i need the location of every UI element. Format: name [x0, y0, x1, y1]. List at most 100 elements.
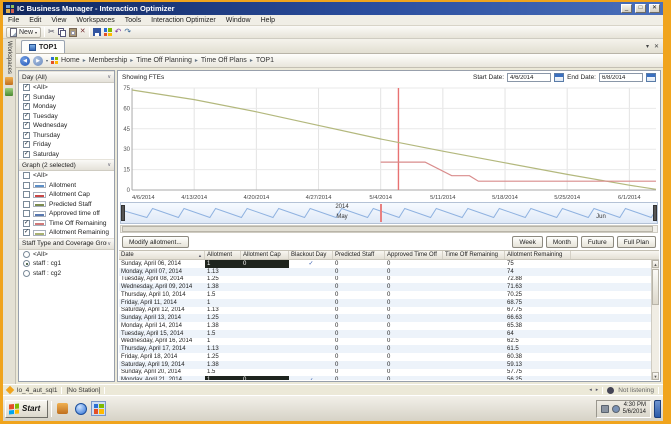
- quick-launch-app-icon[interactable]: [55, 401, 70, 416]
- show-desktop-button[interactable]: [654, 400, 661, 418]
- graph-filter-item[interactable]: ✓Allotment Remaining: [19, 228, 114, 238]
- tray-monitor-icon[interactable]: [601, 405, 609, 413]
- radio-button-icon[interactable]: [23, 251, 30, 258]
- checkbox-icon[interactable]: [23, 172, 30, 179]
- ftes-chart[interactable]: 4/6/20144/13/20144/20/20144/27/20145/4/2…: [118, 84, 660, 202]
- undo-icon[interactable]: ↶: [115, 27, 122, 37]
- checkbox-icon[interactable]: [23, 182, 30, 189]
- table-row[interactable]: Monday, April 21, 201410✓0056.25: [119, 376, 659, 380]
- menu-item-interaction-optimizer[interactable]: Interaction Optimizer: [146, 17, 221, 24]
- day-filter-item[interactable]: ✓Wednesday: [19, 121, 114, 131]
- staff-filter-item[interactable]: staff : cg1: [19, 259, 114, 269]
- day-filter-item[interactable]: ✓Friday: [19, 140, 114, 150]
- save-icon[interactable]: [93, 28, 101, 36]
- modify-allotment-button[interactable]: Modify allotment...: [122, 236, 189, 248]
- timeline-navigator[interactable]: 2014 May Jun: [120, 202, 658, 224]
- checkbox-icon[interactable]: ✓: [23, 132, 30, 139]
- column-header-allotment[interactable]: Allotment: [205, 251, 241, 259]
- staff-filter-item[interactable]: staff : cg2: [19, 269, 114, 279]
- menu-item-edit[interactable]: Edit: [24, 17, 46, 24]
- breadcrumb-item-top1[interactable]: TOP1: [256, 57, 274, 64]
- menu-item-workspaces[interactable]: Workspaces: [71, 17, 119, 24]
- scroll-down-icon[interactable]: ▼: [652, 372, 659, 380]
- vertical-scrollbar[interactable]: ▲ ▼: [651, 260, 659, 380]
- calendar-icon[interactable]: [646, 73, 656, 82]
- checkbox-icon[interactable]: ✓: [23, 141, 30, 148]
- week-button[interactable]: Week: [512, 236, 543, 248]
- pager-next-icon[interactable]: ▸: [596, 387, 599, 393]
- optimizer-grid-icon[interactable]: [104, 28, 112, 36]
- radio-button-icon[interactable]: [23, 270, 30, 277]
- tab-top1[interactable]: TOP1: [21, 40, 65, 53]
- pager-previous-icon[interactable]: ◂: [589, 387, 592, 393]
- checkbox-icon[interactable]: [23, 191, 30, 198]
- menu-item-window[interactable]: Window: [221, 17, 256, 24]
- start-button[interactable]: Start: [5, 400, 48, 418]
- day-filter-item[interactable]: ✓Tuesday: [19, 112, 114, 122]
- end-date-input[interactable]: [599, 73, 643, 82]
- staff-section-header[interactable]: Staff Type and Coverage Group (1... ∨: [19, 238, 114, 250]
- checkbox-icon[interactable]: ✓: [23, 103, 30, 110]
- day-filter-item[interactable]: ✓Saturday: [19, 150, 114, 160]
- table-row[interactable]: Monday, April 14, 20141.380065.38: [119, 322, 659, 330]
- graph-filter-item[interactable]: Predicted Staff: [19, 200, 114, 210]
- checkbox-icon[interactable]: [23, 210, 30, 217]
- table-row[interactable]: Thursday, April 17, 20141.130061.5: [119, 345, 659, 353]
- table-row[interactable]: Saturday, April 12, 20141.130067.75: [119, 307, 659, 315]
- delete-icon[interactable]: ✕: [80, 27, 86, 37]
- column-header-allotment-remaining[interactable]: Allotment Remaining: [505, 251, 571, 259]
- history-chevron-icon[interactable]: ▾: [46, 58, 48, 63]
- checkbox-icon[interactable]: ✓: [23, 84, 30, 91]
- workspace-shortcut-icon[interactable]: [5, 77, 13, 85]
- month-button[interactable]: Month: [546, 236, 578, 248]
- checkbox-icon[interactable]: ✓: [23, 113, 30, 120]
- column-header-time-off-remaining[interactable]: Time Off Remaining: [443, 251, 505, 259]
- new-button[interactable]: New ▾: [6, 27, 41, 38]
- table-row[interactable]: Wednesday, April 16, 201410062.5: [119, 338, 659, 346]
- tab-list-chevron-icon[interactable]: ▾: [646, 43, 649, 50]
- navigator-right-handle[interactable]: [653, 205, 657, 221]
- breadcrumb-item-home[interactable]: Home: [61, 57, 80, 64]
- breadcrumb-item-time-off-planning[interactable]: Time Off Planning: [136, 57, 192, 64]
- graph-filter-item[interactable]: ✓Time Off Remaining: [19, 219, 114, 229]
- redo-icon[interactable]: ↷: [124, 27, 131, 37]
- menu-item-file[interactable]: File: [3, 17, 24, 24]
- day-filter-item[interactable]: ✓<All>: [19, 83, 114, 93]
- navigator-left-handle[interactable]: [121, 205, 125, 221]
- table-row[interactable]: Sunday, April 13, 20141.250066.63: [119, 314, 659, 322]
- workspaces-strip[interactable]: Workspaces: [3, 39, 16, 384]
- tray-status-icon[interactable]: [612, 405, 620, 413]
- start-date-input[interactable]: [507, 73, 551, 82]
- tab-close-icon[interactable]: ✕: [654, 43, 659, 50]
- radio-button-icon[interactable]: [23, 260, 30, 267]
- breadcrumb-item-membership[interactable]: Membership: [89, 57, 128, 64]
- table-row[interactable]: Friday, April 18, 20141.250060.38: [119, 353, 659, 361]
- column-header-approved-time-off[interactable]: Approved Time Off: [385, 251, 443, 259]
- forward-button[interactable]: ▶: [33, 56, 43, 66]
- menu-item-help[interactable]: Help: [256, 17, 280, 24]
- graph-filter-item[interactable]: Allotment: [19, 181, 114, 191]
- close-button[interactable]: ✕: [649, 4, 660, 13]
- internet-globe-icon[interactable]: [73, 401, 88, 416]
- table-row[interactable]: Wednesday, April 09, 20141.380071.63: [119, 283, 659, 291]
- full-plan-button[interactable]: Full Plan: [617, 236, 656, 248]
- day-section-header[interactable]: Day (All) ∨: [19, 71, 114, 83]
- back-button[interactable]: ◀: [20, 56, 30, 66]
- day-filter-item[interactable]: ✓Monday: [19, 102, 114, 112]
- calendar-icon[interactable]: [554, 73, 564, 82]
- future-button[interactable]: Future: [581, 236, 614, 248]
- scroll-up-icon[interactable]: ▲: [652, 260, 659, 268]
- ic-business-manager-taskbar-icon[interactable]: [91, 401, 106, 416]
- menu-item-tools[interactable]: Tools: [120, 17, 146, 24]
- checkbox-icon[interactable]: [23, 201, 30, 208]
- checkbox-icon[interactable]: ✓: [23, 122, 30, 129]
- breadcrumb-item-time-off-plans[interactable]: Time Off Plans: [201, 57, 247, 64]
- graph-filter-item[interactable]: Approved time off: [19, 209, 114, 219]
- table-row[interactable]: Friday, April 11, 201410068.75: [119, 299, 659, 307]
- copy-icon[interactable]: [58, 28, 66, 37]
- table-row[interactable]: Monday, April 07, 20141.130074: [119, 268, 659, 276]
- table-row[interactable]: Tuesday, April 08, 20141.250072.88: [119, 276, 659, 284]
- workspace-shortcut-icon[interactable]: [5, 88, 13, 96]
- graph-filter-item[interactable]: Allotment Cap: [19, 190, 114, 200]
- graph-filter-item[interactable]: <All>: [19, 171, 114, 181]
